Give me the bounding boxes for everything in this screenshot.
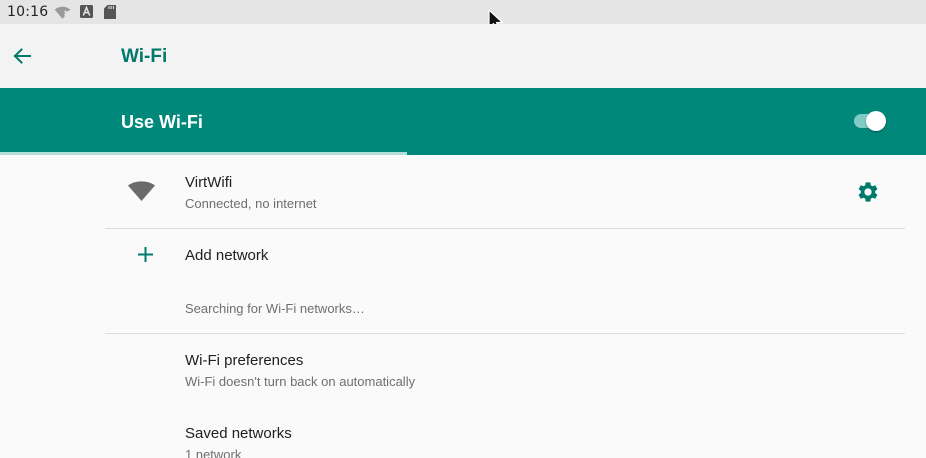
sd-card-icon: [104, 5, 116, 19]
scanning-row: Searching for Wi-Fi networks…: [0, 281, 926, 333]
wifi-preferences-title: Wi-Fi preferences: [185, 352, 304, 369]
back-button[interactable]: [4, 36, 40, 76]
add-network-label: Add network: [185, 247, 269, 264]
wifi-signal-icon: [54, 6, 71, 19]
status-time: 10:16: [7, 4, 49, 20]
saved-networks-title: Saved networks: [185, 425, 292, 442]
wifi-signal-full-icon: [128, 181, 155, 201]
page-title: Wi-Fi: [121, 46, 168, 67]
add-network-row[interactable]: Add network: [0, 229, 926, 281]
network-row-virtwifi[interactable]: VirtWifi Connected, no internet: [0, 155, 926, 228]
network-name: VirtWifi: [185, 174, 233, 191]
toggle-thumb: [866, 111, 886, 131]
saved-networks-row[interactable]: Saved networks 1 network: [0, 404, 926, 458]
use-wifi-switch-bar[interactable]: Use Wi-Fi: [0, 88, 926, 155]
arrow-back-icon: [13, 48, 31, 64]
use-wifi-label: Use Wi-Fi: [121, 112, 203, 132]
wifi-preferences-summary: Wi-Fi doesn't turn back on automatically: [185, 374, 416, 389]
wifi-preferences-row[interactable]: Wi-Fi preferences Wi-Fi doesn't turn bac…: [0, 334, 926, 404]
scanning-text: Searching for Wi-Fi networks…: [185, 301, 365, 316]
network-status: Connected, no internet: [185, 196, 317, 211]
gear-icon[interactable]: [856, 180, 880, 204]
wifi-toggle-switch[interactable]: [853, 109, 887, 133]
status-bar: 10:16: [0, 0, 926, 32]
app-bar: Wi-Fi: [0, 24, 926, 88]
saved-networks-summary: 1 network: [185, 447, 242, 458]
a-notification-icon: [80, 5, 93, 18]
plus-icon: [138, 247, 153, 262]
